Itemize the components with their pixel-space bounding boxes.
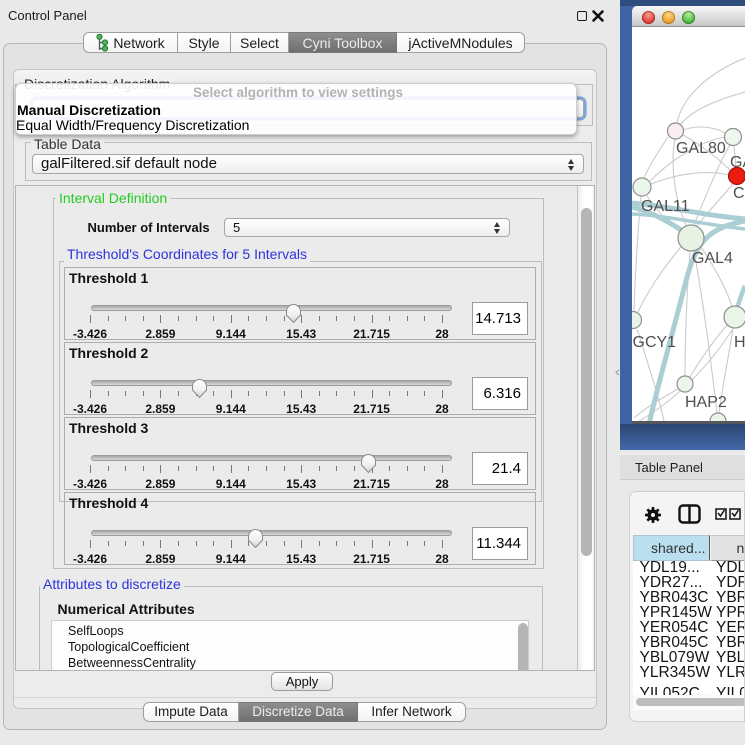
svg-text:HAP2: HAP2 bbox=[685, 394, 727, 411]
svg-text:GCY1: GCY1 bbox=[633, 334, 677, 351]
svg-text:GAL80: GAL80 bbox=[676, 140, 726, 157]
svg-text:C: C bbox=[733, 185, 745, 202]
svg-text:HIS: HIS bbox=[734, 334, 745, 351]
svg-text:GAL4: GAL4 bbox=[692, 250, 733, 267]
svg-text:GAL2: GAL2 bbox=[730, 154, 745, 171]
svg-text:GAL11: GAL11 bbox=[641, 198, 690, 215]
